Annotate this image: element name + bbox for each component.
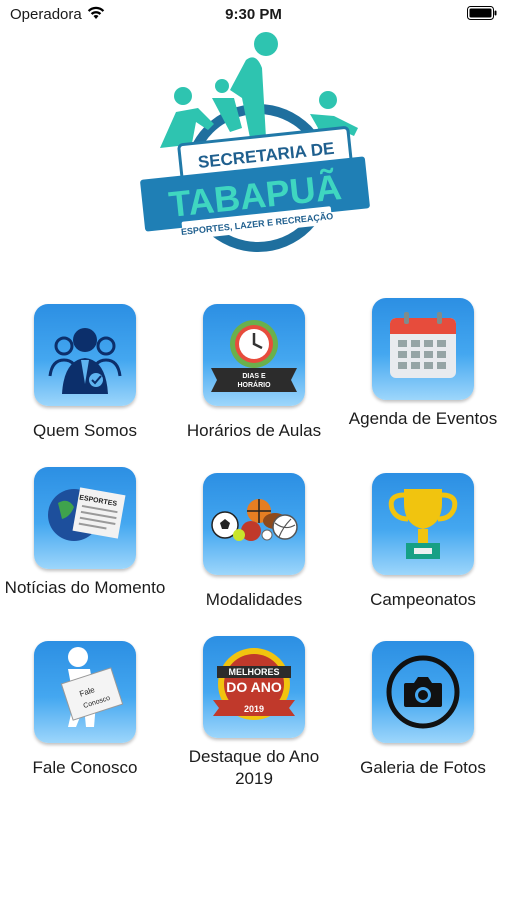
clock-icon: DIAS E HORÁRIO	[211, 320, 297, 392]
trophy-icon	[388, 489, 458, 559]
tile-icon-box: DIAS E HORÁRIO	[203, 304, 305, 406]
award-badge-icon: MELHORES DO ANO 2019	[213, 648, 295, 720]
tile-icon-box	[372, 298, 474, 400]
tile-label: Quem Somos	[33, 421, 137, 440]
status-time: 9:30 PM	[225, 6, 282, 23]
tile-icon-box	[34, 304, 136, 406]
tile-label: Notícias do Momento	[4, 578, 166, 597]
tile-label: Modalidades	[205, 590, 303, 609]
clock-badge-line1: DIAS E	[242, 373, 266, 380]
tile-icon-box	[372, 473, 474, 575]
tile-label: Horários de Aulas	[186, 421, 322, 440]
award-line3: 2019	[244, 704, 264, 714]
tile-label: Campeonatos	[370, 590, 476, 609]
battery-icon	[467, 6, 497, 20]
tile-icon-box	[372, 641, 474, 743]
tile-icon-box: MELHORES DO ANO 2019	[203, 636, 305, 738]
tile-label: Agenda de Eventos	[348, 409, 498, 428]
status-bar: Operadora 9:30 PM	[0, 0, 507, 28]
award-line2: DO ANO	[226, 679, 282, 695]
award-line1: MELHORES	[228, 667, 279, 677]
tile-label: Galeria de Fotos	[360, 758, 486, 777]
tile-icon-box	[203, 473, 305, 575]
camera-icon	[386, 655, 460, 729]
calendar-icon	[390, 312, 456, 378]
secretaria-logo: SECRETARIA DE TABAPUÃ ESPORTES, LAZER E …	[140, 32, 370, 252]
people-group-icon	[48, 328, 122, 394]
tile-label: Destaque do Ano 2019	[188, 747, 320, 788]
tile-icon-box: ESPORTES	[34, 467, 136, 569]
clock-badge-line2: HORÁRIO	[237, 380, 271, 389]
sports-balls-icon	[211, 499, 298, 541]
person-envelope-icon: Fale Conosco	[60, 647, 124, 727]
tile-label: Fale Conosco	[32, 758, 138, 777]
newspaper-globe-icon: ESPORTES	[48, 487, 126, 541]
tile-icon-box: Fale Conosco	[34, 641, 136, 743]
